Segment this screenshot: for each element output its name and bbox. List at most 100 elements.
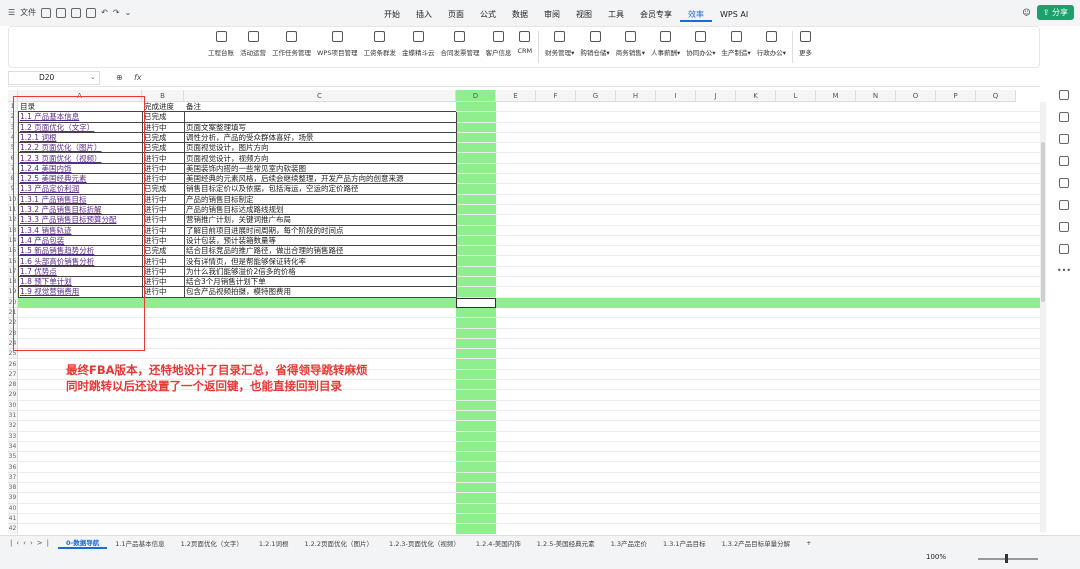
column-header-N[interactable]: N <box>856 90 896 102</box>
column-header-D[interactable]: D <box>456 90 496 102</box>
share-button[interactable]: ⇪ 分享 <box>1036 5 1074 20</box>
column-header-E[interactable]: E <box>496 90 536 102</box>
menu-item-0[interactable]: 开始 <box>376 8 408 22</box>
column-header-I[interactable]: I <box>656 90 696 102</box>
menu-item-4[interactable]: 数据 <box>504 8 536 22</box>
save-icon[interactable] <box>41 7 52 18</box>
sheet-tab-9[interactable]: 1.3.1产品目标 <box>655 538 714 548</box>
add-sheet-icon[interactable]: + <box>798 539 819 547</box>
undo-icon[interactable]: ↶ <box>101 8 108 17</box>
copy-icon[interactable] <box>1059 156 1069 166</box>
menu-item-6[interactable]: 视图 <box>568 8 600 22</box>
menu-item-8[interactable]: 会员专享 <box>632 8 680 22</box>
pen-icon[interactable] <box>1059 112 1069 122</box>
image-icon[interactable] <box>1059 178 1069 188</box>
zoom-lookup-icon[interactable]: ⊕ <box>116 73 123 82</box>
row-header[interactable]: 27 <box>8 369 18 381</box>
column-header-B[interactable]: B <box>142 90 184 102</box>
menu-item-5[interactable]: 审阅 <box>536 8 568 22</box>
column-header-P[interactable]: P <box>936 90 976 102</box>
ribbon-item-3[interactable]: WPS项目管理 <box>314 31 360 63</box>
tools-icon[interactable] <box>1059 200 1069 210</box>
name-box-dropdown-icon[interactable]: ⌄ <box>90 73 96 81</box>
row-header[interactable]: 36 <box>8 462 18 473</box>
column-header-J[interactable]: J <box>696 90 736 102</box>
row-header[interactable]: 26 <box>8 359 18 370</box>
row-header[interactable]: 37 <box>8 472 18 484</box>
row-header[interactable]: 38 <box>8 483 18 494</box>
ribbon-item-5[interactable]: 金蝶精斗云 <box>399 31 438 63</box>
export-icon[interactable] <box>56 7 67 18</box>
fx-icon[interactable]: fx <box>134 73 142 82</box>
row-header[interactable]: 40 <box>8 503 18 514</box>
zoom-slider[interactable] <box>978 558 1038 560</box>
sheet-tab-6[interactable]: 1.2.4-美国内饰 <box>468 538 529 548</box>
row-header[interactable]: 33 <box>8 431 18 442</box>
sheet-tab-5[interactable]: 1.2.3-页面优化（视频） <box>381 538 468 548</box>
help-icon[interactable] <box>1059 244 1069 254</box>
row-header[interactable]: 31 <box>8 411 18 422</box>
ribbon-item-11[interactable]: 商务销售▾ <box>613 31 648 63</box>
column-header-H[interactable]: H <box>616 90 656 102</box>
sheet-tab-2[interactable]: 1.2页面优化（文字） <box>173 538 251 548</box>
row-header[interactable]: 42 <box>8 524 18 534</box>
row-header[interactable]: 28 <box>8 380 18 391</box>
file-menu[interactable]: 文件 <box>20 7 36 18</box>
column-header-F[interactable]: F <box>536 90 576 102</box>
name-box[interactable]: D20 <box>8 71 100 85</box>
ribbon-item-12[interactable]: 人事薪酬▾ <box>648 31 683 63</box>
print-icon[interactable] <box>71 7 82 18</box>
tab-nav-arrows[interactable]: |‹‹›>| <box>0 539 58 547</box>
column-header-C[interactable]: C <box>184 90 456 102</box>
sheet-tab-0[interactable]: 0-数据导航 <box>58 537 108 549</box>
row-header[interactable]: 41 <box>8 514 18 525</box>
row-header[interactable]: 39 <box>8 493 18 504</box>
row-header[interactable]: 32 <box>8 421 18 432</box>
ribbon-item-7[interactable]: 客户信息 <box>482 31 514 63</box>
ribbon-item-0[interactable]: 工程台账 <box>205 31 237 63</box>
row-header[interactable]: 30 <box>8 400 18 411</box>
smile-icon[interactable]: ☺ <box>1022 8 1030 17</box>
hamburger-icon[interactable]: ☰ <box>8 8 15 17</box>
column-header-M[interactable]: M <box>816 90 856 102</box>
spreadsheet-grid[interactable]: A B C D E F G H I J K L M N O P Q 1 2 3 4 5 6 7 8 9 10 11 12 13 14 15 16… <box>8 90 1040 534</box>
column-header-Q[interactable]: Q <box>976 90 1016 102</box>
sheet-tab-4[interactable]: 1.2.2页面优化（图片） <box>296 538 381 548</box>
vertical-scrollbar[interactable] <box>1040 102 1046 532</box>
sheet-tab-7[interactable]: 1.2.5-美国经典元素 <box>529 538 603 548</box>
row-header[interactable]: 29 <box>8 390 18 401</box>
selected-cell-d20[interactable] <box>456 297 496 308</box>
column-header-L[interactable]: L <box>776 90 816 102</box>
ribbon-item-8[interactable]: CRM <box>514 31 535 63</box>
redo-icon[interactable]: ↷ <box>113 8 120 17</box>
menu-item-10[interactable]: WPS AI <box>712 8 756 22</box>
menu-item-1[interactable]: 插入 <box>408 8 440 22</box>
sheet-tab-10[interactable]: 1.3.2产品目标单量分解 <box>714 538 799 548</box>
ribbon-item-6[interactable]: 合同发票管理 <box>437 31 482 63</box>
shape-icon[interactable] <box>1059 134 1069 144</box>
column-header-K[interactable]: K <box>736 90 776 102</box>
ribbon-item-1[interactable]: 活动运营 <box>237 31 269 63</box>
menu-item-2[interactable]: 页面 <box>440 8 472 22</box>
ribbon-item-16[interactable]: 更多 <box>796 31 815 63</box>
ribbon-item-13[interactable]: 协同办公▾ <box>683 31 718 63</box>
ribbon-item-10[interactable]: 购销仓储▾ <box>577 31 612 63</box>
ribbon-item-14[interactable]: 生产制造▾ <box>718 31 753 63</box>
more-icon[interactable]: ••• <box>1057 266 1071 275</box>
zoom-slider-knob[interactable] <box>1005 554 1008 563</box>
row-header[interactable]: 34 <box>8 441 18 453</box>
sheet-tab-3[interactable]: 1.2.1词根 <box>251 538 297 548</box>
menu-item-9[interactable]: 效率 <box>680 8 712 22</box>
menu-item-3[interactable]: 公式 <box>472 8 504 22</box>
sheet-tab-8[interactable]: 1.3产品定价 <box>603 538 655 548</box>
ribbon-item-4[interactable]: 工资条群发 <box>360 31 399 63</box>
ribbon-item-15[interactable]: 行政办公▾ <box>754 31 789 63</box>
scroll-thumb[interactable] <box>1041 142 1045 302</box>
column-header-O[interactable]: O <box>896 90 936 102</box>
cursor-icon[interactable] <box>1059 90 1069 100</box>
row-header[interactable]: 35 <box>8 452 18 463</box>
chevron-down-icon[interactable]: ⌄ <box>125 8 132 17</box>
backup-icon[interactable] <box>1059 222 1069 232</box>
column-header-G[interactable]: G <box>576 90 616 102</box>
menu-item-7[interactable]: 工具 <box>600 8 632 22</box>
